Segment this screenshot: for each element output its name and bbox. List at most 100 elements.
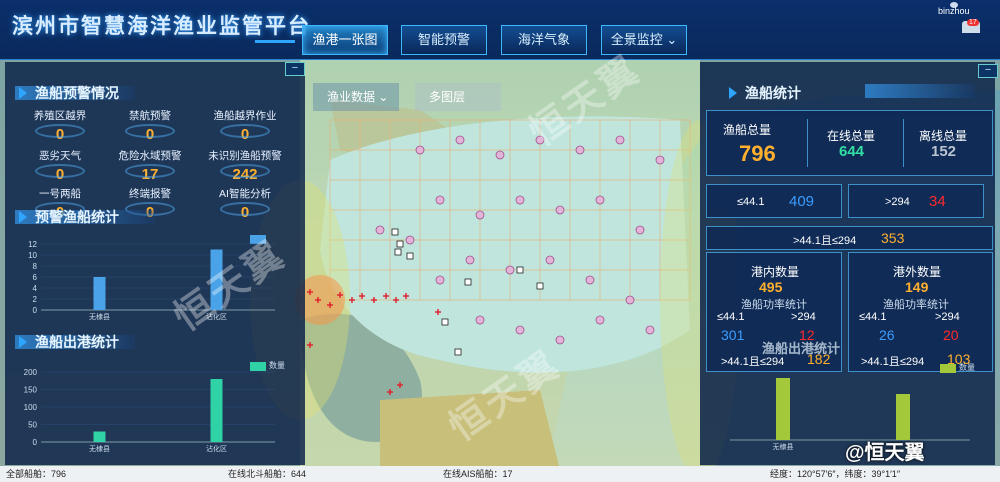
port-stats-chart: 0 50 100 150 200 无棣县 沾化区	[24, 368, 275, 453]
power-high-card: >294 34	[848, 184, 984, 218]
vessel-marker-icon	[585, 275, 595, 285]
beidou-vessels-count: 在线北斗船舶：644	[228, 469, 307, 479]
x-tick-label: 沾化区	[206, 444, 227, 453]
y-tick-label: 6	[33, 273, 38, 282]
warning-stat-boundary-operation[interactable]: 渔船越界作业 0	[200, 108, 290, 143]
port-stats-title: 渔船出港统计	[15, 332, 119, 352]
out-port-value: 149	[905, 279, 929, 295]
y-tick-label: 8	[33, 262, 38, 271]
vessel-marker-icon	[645, 325, 655, 335]
warning-stat-ai-analysis[interactable]: AI智能分析 0	[200, 186, 290, 221]
fishery-data-dropdown[interactable]: 渔业数据 ⌄	[313, 83, 399, 111]
power-mid-value: 353	[881, 230, 905, 246]
header-bar-deco	[865, 84, 975, 98]
divider	[903, 119, 904, 167]
y-tick-label: 12	[28, 240, 37, 249]
tab-ocean-weather[interactable]: 海洋气象	[501, 25, 587, 55]
warning-label: 危险水域预警	[118, 150, 182, 162]
vessel-marker-icon	[495, 150, 505, 160]
vessel-marker-icon	[515, 195, 525, 205]
port-marker-icon	[406, 252, 414, 260]
warning-stat-navigation-ban[interactable]: 禁航预警 0	[105, 108, 195, 143]
out-gt-value: 20	[943, 327, 959, 343]
port-marker-icon	[396, 240, 404, 248]
port-marker-icon	[441, 318, 449, 326]
vessel-marker-icon	[475, 210, 485, 220]
warning-label: AI智能分析	[219, 188, 271, 200]
username[interactable]: binzhou	[938, 6, 970, 16]
out-mid-label: >44.1且≤294	[861, 356, 925, 368]
online-value: 644	[839, 143, 865, 160]
title-decoration	[255, 40, 295, 43]
warning-label: 一号两船	[39, 188, 81, 200]
offline-label: 离线总量	[919, 129, 968, 143]
coordinate-readout: 经度：120°57′6″，纬度：39°1′1″	[770, 469, 900, 479]
stat-ring-decoration	[220, 124, 270, 138]
port-marker-icon	[454, 348, 462, 356]
stat-ring-decoration	[125, 124, 175, 138]
y-tick-label: 10	[28, 251, 37, 260]
divider	[807, 119, 808, 167]
power-mid-card: >44.1且≤294 353	[706, 226, 993, 250]
y-tick-label: 50	[28, 421, 37, 430]
vessel-marker-icon	[595, 315, 605, 325]
all-vessels-count: 全部船舶：796	[6, 469, 67, 479]
warning-stat-bad-weather[interactable]: 恶劣天气 0	[15, 148, 105, 183]
port-marker-icon	[464, 278, 472, 286]
in-port-label: 港内数量	[751, 265, 800, 279]
x-tick-label: 无棣县	[89, 312, 110, 321]
tab-port-map[interactable]: 渔港一张图	[302, 25, 388, 55]
vessel-marker-icon	[625, 295, 635, 305]
warning-stat-aquaculture-breach[interactable]: 养殖区越界 0	[15, 108, 105, 143]
multi-layer-dropdown[interactable]: 多图层	[415, 83, 501, 111]
warning-label: 未识别渔船预警	[208, 150, 282, 162]
vessel-marker-icon	[375, 225, 385, 235]
vessel-marker-icon	[595, 195, 605, 205]
power-low-label: ≤44.1	[737, 196, 765, 208]
out-port-card: 港外数量 149 渔船功率统计 ≤44.1 26 >294 20 >44.1且≤…	[848, 252, 993, 372]
vessel-stats-title: 渔船统计	[725, 83, 801, 103]
vessel-marker-icon	[575, 145, 585, 155]
chevron-down-icon: ⌄	[666, 32, 678, 47]
vessel-marker-icon	[555, 205, 565, 215]
multi-layer-label: 多图层	[429, 90, 466, 104]
y-tick-label: 100	[24, 403, 38, 412]
in-gt-label: >294	[791, 311, 816, 323]
port-marker-icon	[516, 266, 524, 274]
in-port-value: 495	[759, 279, 783, 295]
vessel-marker-icon	[655, 155, 665, 165]
x-tick-label: 无棣县	[773, 442, 794, 451]
vessel-total-card: 渔船总量 796 在线总量 644 离线总量 152	[706, 110, 993, 176]
y-tick-label: 150	[24, 386, 38, 395]
stat-ring-decoration	[125, 164, 175, 178]
stat-ring-decoration	[220, 164, 270, 178]
tab-smart-warning[interactable]: 智能预警	[401, 25, 487, 55]
vessel-marker-icon	[545, 255, 555, 265]
vessel-marker-icon	[415, 145, 425, 155]
warning-stat-danger-zone[interactable]: 危险水域预警 17	[105, 148, 195, 183]
vessel-marker-icon	[435, 275, 445, 285]
power-high-value: 34	[929, 193, 946, 210]
vessel-marker-icon	[555, 335, 565, 345]
header-bar: 滨州市智慧海洋渔业监管平台 渔港一张图 智能预警 海洋气象 全景监控 ⌄ bin…	[0, 0, 1000, 60]
warning-stat-unidentified-vessel[interactable]: 未识别渔船预警 242	[200, 148, 290, 183]
vessel-marker-icon	[515, 325, 525, 335]
port-marker-icon	[394, 248, 402, 256]
notification-badge: 17	[967, 19, 979, 26]
bar	[210, 379, 223, 442]
total-label: 渔船总量	[723, 123, 772, 137]
collapse-right-button[interactable]: −	[978, 64, 998, 78]
x-tick-label: 无棣县	[89, 444, 110, 453]
ais-vessels-count: 在线AIS船舶：17	[443, 469, 513, 479]
in-lt-label: ≤44.1	[717, 311, 745, 323]
port-marker-icon	[536, 282, 544, 290]
power-high-label: >294	[885, 196, 910, 208]
out-lt-value: 26	[879, 327, 895, 343]
notification-icon[interactable]: 17	[962, 19, 980, 33]
vessel-marker-icon	[405, 235, 415, 245]
bar	[776, 378, 790, 440]
collapse-left-button[interactable]: −	[285, 62, 305, 76]
y-tick-label: 4	[33, 284, 38, 293]
power-mid-label: >44.1且≤294	[793, 235, 857, 247]
warning-label: 终端报警	[129, 188, 171, 200]
